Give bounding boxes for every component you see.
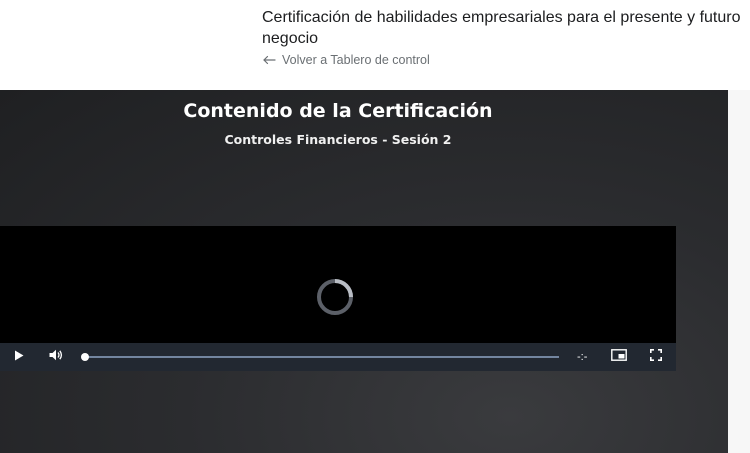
video-control-bar: -:- [0,343,676,371]
course-header: Certificación de habilidades empresarial… [0,0,750,90]
fullscreen-icon [650,348,662,366]
picture-in-picture-icon [611,348,627,366]
stage-title: Contenido de la Certificación [183,100,493,122]
play-icon [14,348,24,366]
lesson-stage: Contenido de la Certificación Controles … [0,90,728,453]
video-player[interactable]: -:- [0,226,676,371]
volume-icon [49,348,63,366]
volume-button[interactable] [41,343,71,371]
loading-spinner-icon [315,277,355,317]
play-button[interactable] [4,343,34,371]
course-title: Certificación de habilidades empresarial… [262,9,741,47]
time-display: -:- [577,351,588,363]
picture-in-picture-button[interactable] [604,343,634,371]
back-to-dashboard-link[interactable]: Volver a Tablero de control [262,53,430,67]
page-side-strip [728,90,750,453]
fullscreen-button[interactable] [641,343,671,371]
arrow-left-icon [262,55,276,65]
progress-bar[interactable] [81,353,559,361]
back-link-label: Volver a Tablero de control [282,53,430,67]
progress-handle[interactable] [81,353,89,361]
stage-subtitle: Controles Financieros - Sesión 2 [224,132,452,147]
